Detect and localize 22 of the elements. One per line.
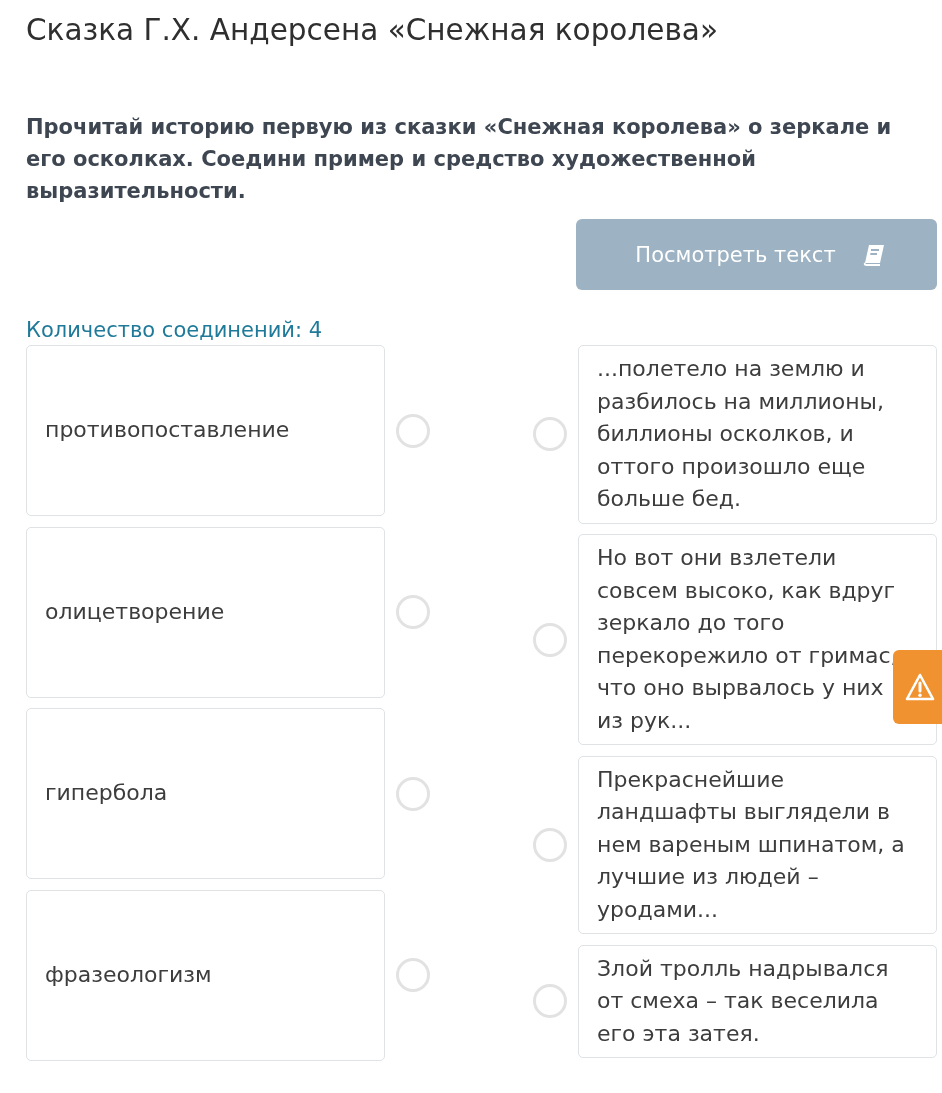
connector-circle-icon[interactable] (533, 827, 567, 862)
book-icon (861, 243, 886, 266)
term-card[interactable]: фразеологизм (26, 889, 385, 1061)
term-card[interactable]: гипербола (26, 708, 385, 879)
report-problem-button[interactable] (893, 650, 942, 724)
example-card[interactable]: ...полетело на землю и разбилось на миллионы, биллионы осколков, и оттого произошло еще больше бед. (578, 345, 937, 524)
warning-icon (905, 673, 935, 701)
example-card[interactable]: Прекраснейшие ландшафты выглядели в нем вареным шпинатом, а лучшие из людей – уродами... (578, 755, 937, 934)
connector-circle-icon[interactable] (396, 958, 430, 992)
example-card[interactable]: Но вот они взлетели совсем высоко, как вдруг зеркало до того перекорежило от гримас, что оно вырвалось у них из рук... (578, 534, 937, 745)
connections-count: Количество соединений: 4 (26, 317, 324, 343)
page-title: Сказка Г.Х. Андерсена «Снежная королева» (26, 12, 719, 49)
connector-circle-icon[interactable] (396, 413, 430, 448)
term-card[interactable]: олицетворение (26, 526, 385, 698)
connector-circle-icon[interactable] (396, 595, 430, 629)
example-card[interactable]: Злой тролль надрывался от смеха – так веселила его эта затея. (578, 944, 937, 1058)
connector-circle-icon[interactable] (396, 776, 430, 811)
term-card[interactable]: противопоставление (26, 345, 385, 516)
task-instruction: Прочитай историю первую из сказки «Снежная королева» о зеркале и его осколках. Соедини пример и средство художественной выразительности. (26, 114, 893, 205)
connector-circle-icon[interactable] (533, 984, 567, 1019)
connector-circle-icon[interactable] (533, 622, 567, 657)
connector-circle-icon[interactable] (533, 417, 567, 452)
